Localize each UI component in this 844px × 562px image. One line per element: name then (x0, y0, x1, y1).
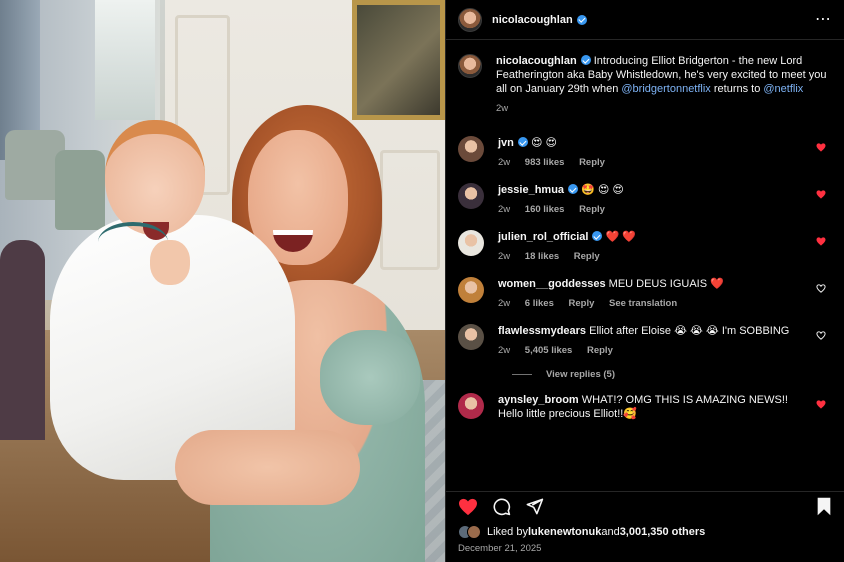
photo-chair (55, 150, 105, 230)
bookmark-save-icon[interactable] (816, 497, 832, 516)
photo-woman-arm (175, 430, 360, 505)
caption-timestamp: 2w (496, 103, 509, 114)
likes-middle: and (601, 526, 620, 538)
comment-avatar[interactable] (458, 183, 484, 209)
like-heart-icon[interactable] (458, 498, 478, 516)
comment-reply-button[interactable]: Reply (579, 204, 605, 215)
comment-avatar[interactable] (458, 230, 484, 256)
comment-likes-count[interactable]: 160 likes (525, 204, 565, 215)
comments-list[interactable]: nicolacoughlan Introducing Elliot Bridge… (446, 40, 844, 491)
comment-username[interactable]: jessie_hmua (498, 184, 564, 196)
comment-item: women__goddesses MEU DEUS IGUAIS ❤️ 2w 6… (458, 277, 832, 311)
comment-like-heart-icon[interactable] (816, 143, 826, 152)
photo-dress-sleeve (320, 330, 420, 425)
comment-reply-button[interactable]: Reply (574, 251, 600, 262)
comment-text: MEU DEUS IGUAIS ❤️ (608, 278, 724, 290)
comment-username[interactable]: flawlessmydears (498, 325, 586, 337)
likes-username[interactable]: lukenewtonuk (528, 526, 601, 538)
comment-icon[interactable] (492, 497, 511, 516)
view-replies-label: View replies (5) (546, 369, 615, 380)
post-caption: nicolacoughlan Introducing Elliot Bridge… (458, 54, 832, 116)
instagram-post-modal: nicolacoughlan ⋯ nicolacoughlan Introduc… (0, 0, 844, 562)
author-username[interactable]: nicolacoughlan (492, 14, 573, 26)
post-header: nicolacoughlan ⋯ (446, 0, 844, 40)
comment-username[interactable]: jvn (498, 137, 514, 149)
comment-username[interactable]: aynsley_broom (498, 394, 579, 406)
comment-reply-button[interactable]: Reply (579, 157, 605, 168)
photo-window (95, 0, 155, 120)
comment-timestamp: 2w (498, 298, 511, 309)
comment-item: julien_rol_official ❤️ ❤️ 2w 18 likes Re… (458, 230, 832, 264)
author-avatar[interactable] (458, 7, 482, 32)
comment-item: jvn 😍 😍 2w 983 likes Reply (458, 136, 832, 170)
post-photo[interactable] (0, 0, 445, 562)
comment-avatar[interactable] (458, 324, 484, 350)
comment-timestamp: 2w (498, 251, 511, 262)
view-replies-button[interactable]: View replies (5) (512, 369, 832, 380)
comment-likes-count[interactable]: 18 likes (525, 251, 559, 262)
caption-author-avatar[interactable] (458, 54, 482, 78)
comment-likes-count[interactable]: 6 likes (525, 298, 554, 309)
caption-text: returns to (710, 83, 764, 95)
comment-reply-button[interactable]: Reply (569, 298, 595, 309)
caption-mention-netflix[interactable]: @netflix (763, 83, 803, 95)
likes-count[interactable]: 3,001,350 others (620, 526, 706, 538)
verified-badge-icon (568, 184, 579, 194)
photo-painting (352, 0, 445, 120)
likes-prefix: Liked by (487, 526, 528, 538)
comment-item: flawlessmydears Elliot after Eloise 😭 😭 … (458, 324, 832, 358)
comment-text: 😍 😍 (530, 137, 557, 149)
see-translation-button[interactable]: See translation (609, 298, 677, 309)
post-date: December 21, 2025 (458, 543, 542, 554)
comment-timestamp: 2w (498, 345, 511, 356)
photo-wall-panel (380, 150, 440, 270)
comment-item: aynsley_broom WHAT!? OMG THIS IS AMAZING… (458, 393, 832, 421)
comment-avatar[interactable] (458, 136, 484, 162)
likers-avatars (458, 525, 481, 539)
comment-avatar[interactable] (458, 277, 484, 303)
comment-timestamp: 2w (498, 204, 511, 215)
photo-background-person (0, 240, 45, 440)
comment-like-heart-outline-icon[interactable] (816, 284, 826, 293)
comment-like-heart-icon[interactable] (816, 190, 826, 199)
liker-avatar (467, 525, 481, 539)
comment-like-heart-outline-icon[interactable] (816, 331, 826, 340)
comment-like-heart-icon[interactable] (816, 237, 826, 246)
verified-badge-icon (517, 137, 528, 147)
comment-avatar[interactable] (458, 393, 484, 419)
comment-likes-count[interactable]: 5,405 likes (525, 345, 573, 356)
comment-reply-button[interactable]: Reply (587, 345, 613, 356)
post-actions-bar (446, 491, 844, 521)
comment-like-heart-icon[interactable] (816, 400, 826, 409)
comment-username[interactable]: women__goddesses (498, 278, 606, 290)
caption-username[interactable]: nicolacoughlan (496, 55, 577, 67)
photo-baby-head (105, 120, 205, 235)
verified-badge-icon (592, 231, 603, 241)
likes-summary[interactable]: Liked by lukenewtonuk and 3,001,350 othe… (446, 521, 844, 539)
view-replies-line (512, 374, 532, 375)
caption-mention-bridgertonnetflix[interactable]: @bridgertonnetflix (621, 83, 710, 95)
post-side-panel: nicolacoughlan ⋯ nicolacoughlan Introduc… (445, 0, 844, 562)
verified-badge-icon (580, 55, 591, 65)
photo-baby-hand (150, 240, 190, 285)
comment-username[interactable]: julien_rol_official (498, 231, 588, 243)
share-send-icon[interactable] (525, 497, 544, 516)
comment-text: Elliot after Eloise 😭 😭 😭 I'm SOBBING (589, 325, 790, 337)
comment-likes-count[interactable]: 983 likes (525, 157, 565, 168)
comment-item: jessie_hmua 🤩 😍 😍 2w 160 likes Reply (458, 183, 832, 217)
comment-text: 🤩 😍 😍 (581, 184, 624, 196)
more-options-icon[interactable]: ⋯ (815, 11, 832, 27)
comment-timestamp: 2w (498, 157, 511, 168)
comment-text: ❤️ ❤️ (605, 231, 636, 243)
verified-badge-icon (576, 14, 587, 25)
